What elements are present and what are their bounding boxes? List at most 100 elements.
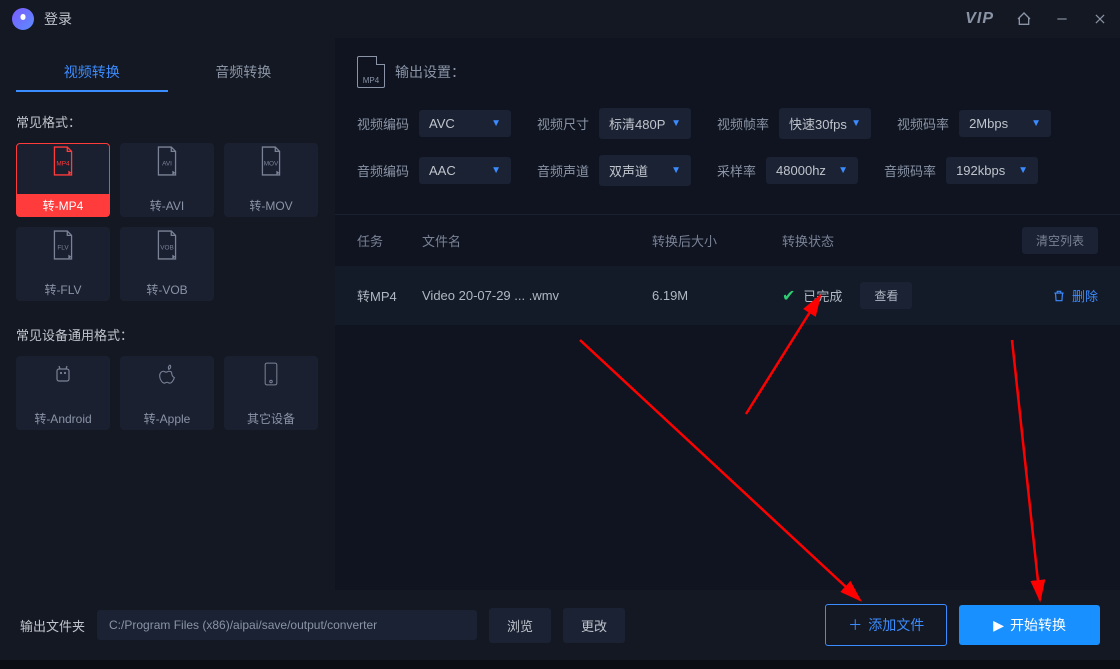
audio-bitrate-select[interactable]: 192kbps▼ (946, 157, 1038, 184)
row-task: 转MP4 (357, 286, 422, 305)
format-avi[interactable]: AVI 转-AVI (120, 143, 214, 217)
output-header-label: 输出设置： (395, 62, 465, 82)
mp4-file-icon: MP4 (49, 144, 77, 178)
sidebar: 视频转换 音频转换 常见格式： MP4 转-MP4 AVI 转-AVI MOV (0, 38, 335, 590)
row-status: 已完成 (803, 286, 842, 305)
titlebar-left: 登录 (12, 8, 72, 30)
audio-codec-select[interactable]: AAC▼ (419, 157, 511, 184)
delete-button[interactable]: 删除 (1052, 286, 1098, 305)
video-fps-select[interactable]: 快速30fps▼ (779, 108, 871, 139)
video-size-label: 视频尺寸 (537, 114, 589, 133)
start-convert-button[interactable]: ▶ 开始转换 (959, 605, 1100, 645)
col-task: 任务 (357, 231, 422, 250)
svg-text:MOV: MOV (264, 160, 279, 167)
content: MP4 输出设置： 视频编码 AVC▼ 视频尺寸 标清480P▼ 视频帧率 快速… (335, 38, 1120, 590)
format-label: 转-MP4 (17, 194, 109, 216)
mp4-output-icon: MP4 (357, 56, 385, 88)
home-icon[interactable] (1016, 11, 1032, 27)
format-other[interactable]: 其它设备 (224, 356, 318, 430)
audio-channel-select[interactable]: 双声道▼ (599, 155, 691, 186)
vob-file-icon: VOB (153, 228, 181, 262)
minimize-icon[interactable] (1054, 11, 1070, 27)
common-formats-label: 常见格式： (16, 112, 319, 131)
format-apple[interactable]: 转-Apple (120, 356, 214, 430)
format-mov[interactable]: MOV 转-MOV (224, 143, 318, 217)
output-folder-label: 输出文件夹 (20, 616, 85, 635)
video-codec-select[interactable]: AVC▼ (419, 110, 511, 137)
audio-bitrate-label: 音频码率 (884, 161, 936, 180)
format-flv[interactable]: FLV 转-FLV (16, 227, 110, 301)
close-icon[interactable] (1092, 11, 1108, 27)
audio-channel-label: 音频声道 (537, 161, 589, 180)
svg-text:VOB: VOB (160, 244, 174, 251)
chevron-down-icon: ▼ (851, 118, 861, 129)
tab-audio[interactable]: 音频转换 (168, 54, 320, 92)
trash-icon (1052, 289, 1066, 303)
avi-file-icon: AVI (153, 144, 181, 178)
main-area: 视频转换 音频转换 常见格式： MP4 转-MP4 AVI 转-AVI MOV (0, 38, 1120, 590)
output-settings: MP4 输出设置： 视频编码 AVC▼ 视频尺寸 标清480P▼ 视频帧率 快速… (335, 38, 1120, 215)
format-mp4[interactable]: MP4 转-MP4 (16, 143, 110, 217)
device-icon (257, 357, 285, 391)
video-bitrate-select[interactable]: 2Mbps▼ (959, 110, 1051, 137)
chevron-down-icon: ▼ (671, 118, 681, 129)
tab-video[interactable]: 视频转换 (16, 54, 168, 92)
titlebar-right: VIP (965, 10, 1108, 28)
format-android[interactable]: 转-Android (16, 356, 110, 430)
format-grid: MP4 转-MP4 AVI 转-AVI MOV 转-MOV FLV (16, 143, 319, 301)
bottom-bar: 输出文件夹 C:/Program Files (x86)/aipai/save/… (0, 590, 1120, 660)
video-codec-label: 视频编码 (357, 114, 409, 133)
tabs: 视频转换 音频转换 (16, 54, 319, 92)
col-status: 转换状态 (782, 231, 942, 250)
mov-file-icon: MOV (257, 144, 285, 178)
chevron-down-icon: ▼ (491, 165, 501, 176)
change-button[interactable]: 更改 (563, 608, 625, 643)
row-filename: Video 20-07-29 ... .wmv (422, 288, 652, 303)
video-size-select[interactable]: 标清480P▼ (599, 108, 691, 139)
login-link[interactable]: 登录 (44, 9, 72, 29)
chevron-down-icon: ▼ (491, 118, 501, 129)
format-label: 转-VOB (121, 278, 213, 300)
video-fps-label: 视频帧率 (717, 114, 769, 133)
col-size: 转换后大小 (652, 231, 782, 250)
browse-button[interactable]: 浏览 (489, 608, 551, 643)
view-button[interactable]: 查看 (860, 282, 912, 309)
sample-rate-label: 采样率 (717, 161, 756, 180)
format-label: 转-Android (17, 407, 109, 429)
task-row: 转MP4 Video 20-07-29 ... .wmv 6.19M ✔ 已完成… (335, 266, 1120, 325)
chevron-down-icon: ▼ (1018, 165, 1028, 176)
vip-label[interactable]: VIP (965, 10, 994, 28)
device-formats-label: 常见设备通用格式： (16, 325, 319, 344)
video-bitrate-label: 视频码率 (897, 114, 949, 133)
svg-text:FLV: FLV (57, 244, 69, 251)
format-vob[interactable]: VOB 转-VOB (120, 227, 214, 301)
android-icon (49, 357, 77, 391)
device-grid: 转-Android 转-Apple 其它设备 (16, 356, 319, 430)
format-label: 转-AVI (121, 194, 213, 216)
format-label: 转-Apple (121, 407, 213, 429)
format-label: 转-FLV (17, 278, 109, 300)
apple-icon (153, 357, 181, 391)
chevron-down-icon: ▼ (1031, 118, 1041, 129)
svg-text:MP4: MP4 (56, 160, 70, 167)
play-icon: ▶ (993, 617, 1004, 634)
add-file-button[interactable]: ＋ 添加文件 (825, 604, 947, 646)
settings-header: MP4 输出设置： (357, 56, 1098, 88)
sample-rate-select[interactable]: 48000hz▼ (766, 157, 858, 184)
svg-text:AVI: AVI (162, 160, 172, 167)
clear-list-button[interactable]: 清空列表 (1022, 227, 1098, 254)
task-header: 任务 文件名 转换后大小 转换状态 清空列表 (335, 215, 1120, 266)
audio-codec-label: 音频编码 (357, 161, 409, 180)
format-label: 转-MOV (225, 194, 317, 216)
row-size: 6.19M (652, 288, 782, 303)
format-label: 其它设备 (225, 407, 317, 429)
plus-icon: ＋ (848, 615, 862, 635)
titlebar: 登录 VIP (0, 0, 1120, 38)
app-logo-icon (12, 8, 34, 30)
col-filename: 文件名 (422, 231, 652, 250)
output-path-field[interactable]: C:/Program Files (x86)/aipai/save/output… (97, 610, 477, 640)
check-icon: ✔ (782, 286, 795, 306)
flv-file-icon: FLV (49, 228, 77, 262)
chevron-down-icon: ▼ (671, 165, 681, 176)
chevron-down-icon: ▼ (838, 165, 848, 176)
